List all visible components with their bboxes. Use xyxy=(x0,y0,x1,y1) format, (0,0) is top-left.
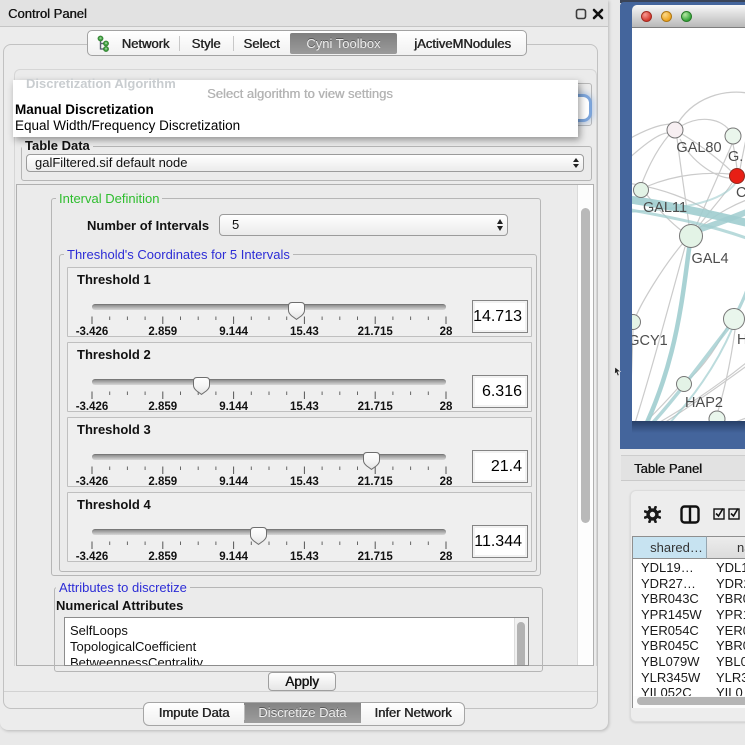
svg-text:C: C xyxy=(736,185,745,201)
svg-text:H: H xyxy=(737,332,745,348)
svg-text:GCY1: GCY1 xyxy=(632,333,668,349)
svg-text:G.: G. xyxy=(728,149,743,165)
svg-text:GAL4: GAL4 xyxy=(691,251,728,267)
svg-text:GAL80: GAL80 xyxy=(676,140,721,156)
svg-text:GAL11: GAL11 xyxy=(643,200,687,216)
svg-text:HAP2: HAP2 xyxy=(685,395,723,411)
